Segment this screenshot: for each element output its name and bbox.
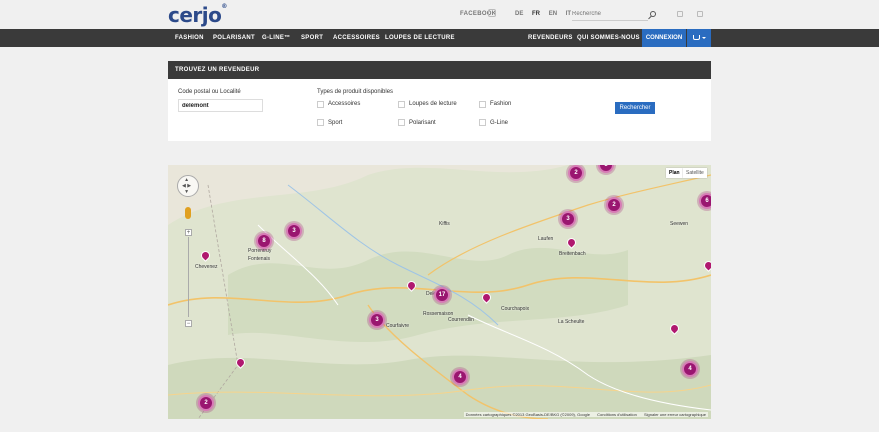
finder-form: Code postal ou Localité Types de produit… — [168, 79, 711, 141]
map-cluster[interactable]: 2 — [568, 165, 584, 181]
type-label-polarisant: Polarisant — [409, 120, 436, 126]
type-label-fashion: Fashion — [490, 101, 512, 107]
nav-sport[interactable]: SPORT — [301, 29, 323, 47]
checkbox-sport[interactable] — [317, 119, 324, 126]
zoom-slider[interactable] — [188, 237, 189, 317]
page: cerjo® FACEBOOK DE FR EN IT FASHION POLA… — [0, 0, 879, 432]
type-label-g-line: G-Line — [490, 120, 509, 126]
map-cluster[interactable]: 2 — [198, 395, 214, 411]
nav-accessoires[interactable]: ACCESSOIRES — [333, 29, 380, 47]
place-label: Laufen — [538, 236, 554, 242]
checkbox-polarisant[interactable] — [398, 119, 405, 126]
place-label: Breitenbach — [559, 251, 586, 257]
login-button[interactable]: CONNEXION — [642, 29, 686, 47]
checkbox-g-line[interactable] — [479, 119, 486, 126]
language-switcher: DE FR EN IT — [515, 11, 578, 17]
map-cluster[interactable]: 8 — [256, 233, 272, 249]
checkbox-fashion[interactable] — [479, 101, 486, 108]
cerjo-logo[interactable]: cerjo® — [168, 3, 227, 27]
types-label: Types de produit disponibles — [317, 89, 394, 95]
nav-fashion[interactable]: FASHION — [175, 29, 204, 47]
place-label: La Scheulte — [558, 319, 585, 325]
search-button[interactable]: Rechercher — [615, 102, 655, 114]
nav-polarisant[interactable]: POLARISANT — [213, 29, 255, 47]
search-input[interactable] — [572, 8, 648, 21]
place-label: Courfaivre — [386, 323, 410, 329]
map-cluster[interactable]: 4 — [452, 369, 468, 385]
attribution-text: Données cartographiques ©2013 GeoBasis-D… — [465, 412, 591, 417]
finder-title: TROUVEZ UN REVENDEUR — [168, 61, 711, 79]
top-header: cerjo® FACEBOOK DE FR EN IT — [0, 0, 879, 29]
place-label: Courchapoix — [501, 306, 530, 312]
map-type-satellite[interactable]: Satellite — [683, 168, 707, 178]
nav-qui-sommes-nous[interactable]: QUI SOMMES-NOUS ? — [577, 29, 646, 47]
map-cluster[interactable]: 2 — [606, 197, 622, 213]
chevron-down-icon — [702, 37, 706, 39]
pan-control[interactable] — [177, 175, 199, 197]
main-nav: FASHION POLARISANT G-LINE™ SPORT ACCESSO… — [0, 29, 879, 47]
postcode-input[interactable] — [178, 99, 263, 112]
postcode-label: Code postal ou Localité — [178, 89, 241, 95]
map-cluster[interactable]: 4 — [682, 361, 698, 377]
place-label: Courrendlin — [448, 317, 474, 323]
type-label-loupes: Loupes de lecture — [409, 101, 457, 107]
nav-g-line[interactable]: G-LINE™ — [262, 29, 290, 47]
place-label: Chevenez — [195, 264, 218, 270]
terms-link[interactable]: Conditions d'utilisation — [597, 412, 637, 417]
map-cluster[interactable]: 3 — [286, 223, 302, 239]
zoom-out-button[interactable]: − — [185, 320, 192, 327]
map-attribution: Données cartographiques ©2013 GeoBasis-D… — [463, 412, 708, 417]
place-label: Porrentruy — [248, 248, 272, 254]
map-cluster[interactable]: 3 — [560, 211, 576, 227]
lang-en[interactable]: EN — [549, 11, 557, 17]
nav-revendeurs[interactable]: REVENDEURS — [528, 29, 573, 47]
map-cluster[interactable]: 3 — [369, 312, 385, 328]
search-icon[interactable] — [650, 11, 656, 17]
map-type-plan[interactable]: Plan — [666, 168, 683, 178]
lang-de[interactable]: DE — [515, 11, 523, 17]
user-icon[interactable] — [677, 11, 683, 17]
street-view-icon[interactable] — [185, 207, 191, 219]
type-label-sport: Sport — [328, 120, 343, 126]
dealer-map[interactable]: Plan Satellite + − Porrentruy Fontenais … — [168, 165, 711, 419]
checkbox-loupes[interactable] — [398, 101, 405, 108]
place-label: Kiffis — [439, 221, 450, 227]
report-error-link[interactable]: Signaler une erreur cartographique — [644, 412, 706, 417]
lang-fr[interactable]: FR — [532, 11, 540, 17]
nav-loupes-de-lecture[interactable]: LOUPES DE LECTURE — [385, 29, 455, 47]
place-label: Seewen — [670, 221, 689, 227]
place-label: Fontenais — [248, 256, 270, 262]
basket-icon — [693, 35, 700, 40]
map-cluster[interactable]: 6 — [699, 193, 711, 209]
lang-it[interactable]: IT — [566, 11, 571, 17]
checkbox-accessoires[interactable] — [317, 101, 324, 108]
mail-icon[interactable] — [697, 11, 703, 17]
type-label-accessoires: Accessoires — [328, 101, 361, 107]
zoom-in-button[interactable]: + — [185, 229, 192, 236]
thumbs-up-icon[interactable] — [488, 9, 496, 17]
cart-button[interactable] — [687, 29, 711, 47]
map-cluster[interactable]: 17 — [434, 287, 450, 303]
